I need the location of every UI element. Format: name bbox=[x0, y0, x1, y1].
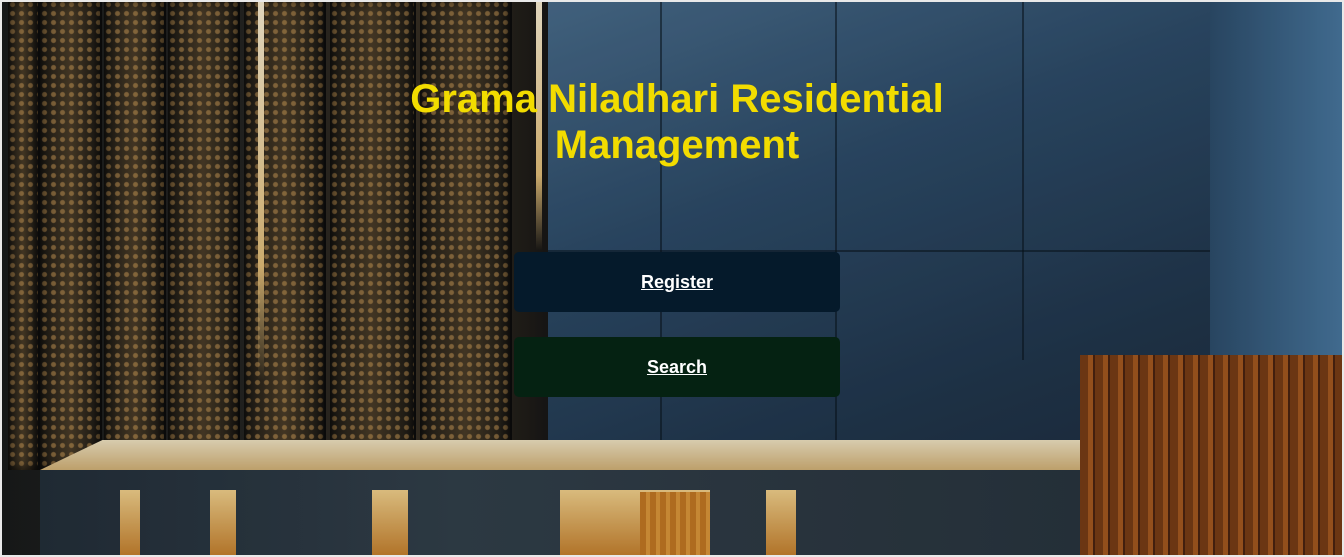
page-title: Grama Niladhari Residential Management bbox=[410, 77, 944, 167]
search-link[interactable]: Search bbox=[647, 357, 707, 378]
search-button[interactable]: Search bbox=[514, 337, 840, 397]
register-button[interactable]: Register bbox=[514, 252, 840, 312]
register-link[interactable]: Register bbox=[641, 272, 713, 293]
landing-page: Grama Niladhari Residential Management R… bbox=[0, 0, 1344, 557]
